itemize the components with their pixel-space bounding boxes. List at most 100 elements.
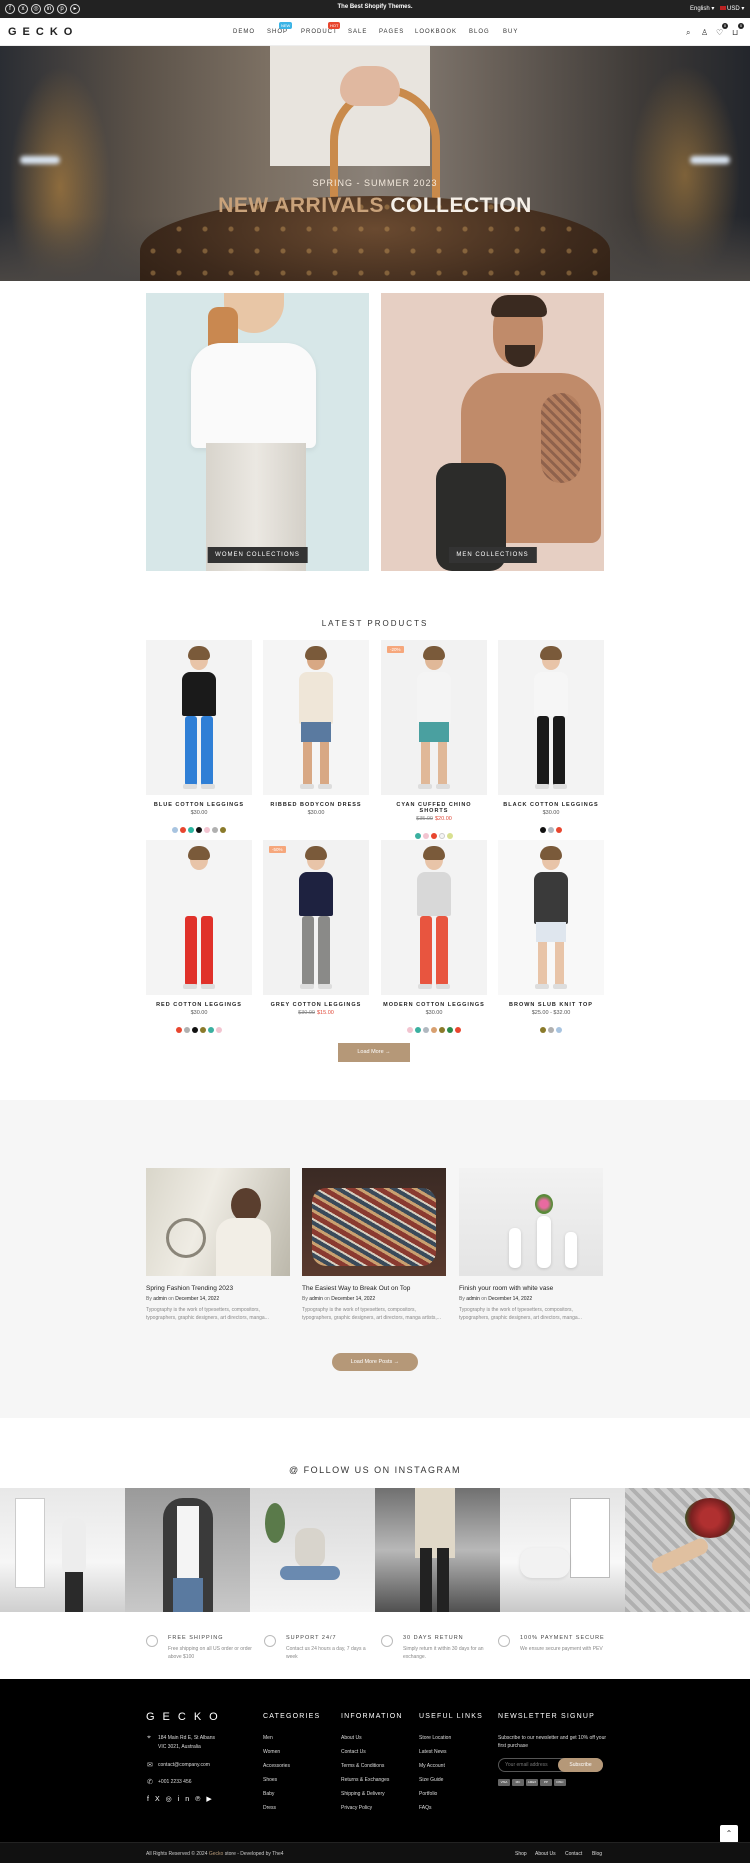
site-logo[interactable]: GECKO [8,26,78,38]
nav-product[interactable]: PRODUCT [301,29,338,35]
nav-demo[interactable]: DEMO [233,29,255,35]
color-swatch[interactable] [540,827,546,833]
footer-phone[interactable]: +001 2233 456 [158,1779,192,1785]
language-select[interactable]: English ▾ [690,5,714,12]
color-swatch[interactable] [415,833,421,839]
instagram-icon[interactable]: ◎ [166,1796,178,1803]
product-name[interactable]: CYAN CUFFED CHINO SHORTS [381,802,487,814]
instagram-photo[interactable] [625,1488,750,1612]
footer-link[interactable]: Shoes [263,1777,277,1783]
color-swatch[interactable] [455,1027,461,1033]
color-swatch[interactable] [184,1027,190,1033]
product-image[interactable]: -20% [381,640,487,795]
footer-link[interactable]: Latest News [419,1749,447,1755]
instagram-photo[interactable] [125,1488,250,1612]
product-image[interactable] [146,640,252,795]
product-card[interactable]: BROWN SLUB KNIT TOP $25.00 - $32.00 [498,840,604,1038]
footer-bottom-link[interactable]: Shop [515,1851,527,1857]
product-name[interactable]: GREY COTTON LEGGINGS [263,1002,369,1008]
blog-post-title[interactable]: Spring Fashion Trending 2023 [146,1285,290,1292]
color-swatch[interactable] [204,827,210,833]
x-icon[interactable]: X [155,1796,166,1803]
footer-bottom-link[interactable]: About Us [535,1851,556,1857]
instagram-photo[interactable] [250,1488,375,1612]
blog-post[interactable]: The Easiest Way to Break Out on Top By a… [302,1168,446,1322]
product-card[interactable]: MODERN COTTON LEGGINGS $30.00 [381,840,487,1038]
color-swatch[interactable] [423,1027,429,1033]
color-swatch[interactable] [415,1027,421,1033]
color-swatch[interactable] [447,1027,453,1033]
product-card[interactable]: BLUE COTTON LEGGINGS $30.00 [146,640,252,838]
footer-link[interactable]: Portfolio [419,1791,437,1797]
product-card[interactable]: BLACK COTTON LEGGINGS $30.00 [498,640,604,838]
footer-link[interactable]: Men [263,1735,273,1741]
facebook-icon[interactable]: f [147,1796,155,1803]
footer-link[interactable]: Privacy Policy [341,1805,372,1811]
product-name[interactable]: MODERN COTTON LEGGINGS [381,1002,487,1008]
product-image[interactable] [146,840,252,995]
back-to-top-button[interactable]: ⌃ [720,1825,738,1843]
men-collection-banner[interactable]: MEN COLLECTIONS [381,293,604,571]
color-swatch[interactable] [556,827,562,833]
blog-post[interactable]: Finish your room with white vase By admi… [459,1168,603,1322]
footer-link[interactable]: Accessories [263,1763,290,1769]
product-image[interactable] [263,640,369,795]
blog-post-title[interactable]: The Easiest Way to Break Out on Top [302,1285,446,1292]
user-icon[interactable]: ♙ [701,28,708,37]
pinterest-icon[interactable]: ℗ [195,1796,206,1803]
cart-icon[interactable]: ⊔ [732,28,738,37]
color-swatch[interactable] [540,1027,546,1033]
men-collections-button[interactable]: MEN COLLECTIONS [448,547,537,563]
product-image[interactable] [498,840,604,995]
footer-link[interactable]: FAQs [419,1805,432,1811]
footer-link[interactable]: Store Location [419,1735,451,1741]
color-swatch[interactable] [439,833,445,839]
color-swatch[interactable] [196,827,202,833]
wishlist-icon[interactable]: ♡ [716,28,723,37]
footer-link[interactable]: Contact Us [341,1749,366,1755]
currency-select[interactable]: USD ▾ [720,5,744,12]
product-name[interactable]: RED COTTON LEGGINGS [146,1002,252,1008]
color-swatch[interactable] [439,1027,445,1033]
blog-post-title[interactable]: Finish your room with white vase [459,1285,603,1292]
footer-link[interactable]: Dress [263,1805,276,1811]
youtube-icon[interactable]: ▶ [206,1796,217,1803]
footer-bottom-link[interactable]: Contact [565,1851,582,1857]
color-swatch[interactable] [192,1027,198,1033]
product-card[interactable]: RED COTTON LEGGINGS $30.00 [146,840,252,1038]
nav-pages[interactable]: PAGES [379,29,404,35]
product-name[interactable]: RIBBED BODYCON DRESS [263,802,369,808]
blog-post-image[interactable] [146,1168,290,1276]
product-name[interactable]: BLUE COTTON LEGGINGS [146,802,252,808]
footer-bottom-link[interactable]: Blog [592,1851,602,1857]
color-swatch[interactable] [548,827,554,833]
nav-buy[interactable]: BUY [503,29,518,35]
color-swatch[interactable] [431,833,437,839]
footer-link[interactable]: Size Guide [419,1777,443,1783]
color-swatch[interactable] [407,1027,413,1033]
footer-link[interactable]: Baby [263,1791,274,1797]
footer-link[interactable]: Women [263,1749,280,1755]
color-swatch[interactable] [212,827,218,833]
color-swatch[interactable] [216,1027,222,1033]
nav-sale[interactable]: SALE [348,29,367,35]
footer-link[interactable]: Returns & Exchanges [341,1777,389,1783]
color-swatch[interactable] [548,1027,554,1033]
women-collections-button[interactable]: WOMEN COLLECTIONS [207,547,308,563]
instagram-photo[interactable] [500,1488,625,1612]
women-collection-banner[interactable]: WOMEN COLLECTIONS [146,293,369,571]
nav-lookbook[interactable]: LOOKBOOK [415,29,457,35]
instagram-photo[interactable] [0,1488,125,1612]
blog-post[interactable]: Spring Fashion Trending 2023 By admin on… [146,1168,290,1322]
color-swatch[interactable] [172,827,178,833]
color-swatch[interactable] [188,827,194,833]
search-icon[interactable]: ⌕ [686,28,690,38]
linkedin-icon[interactable]: in [178,1796,195,1803]
load-more-products-button[interactable]: Load More → [338,1043,410,1062]
color-swatch[interactable] [208,1027,214,1033]
color-swatch[interactable] [447,833,453,839]
footer-link[interactable]: About Us [341,1735,362,1741]
footer-link[interactable]: Terms & Conditions [341,1763,384,1769]
footer-logo[interactable]: GECKO [146,1711,226,1723]
color-swatch[interactable] [431,1027,437,1033]
